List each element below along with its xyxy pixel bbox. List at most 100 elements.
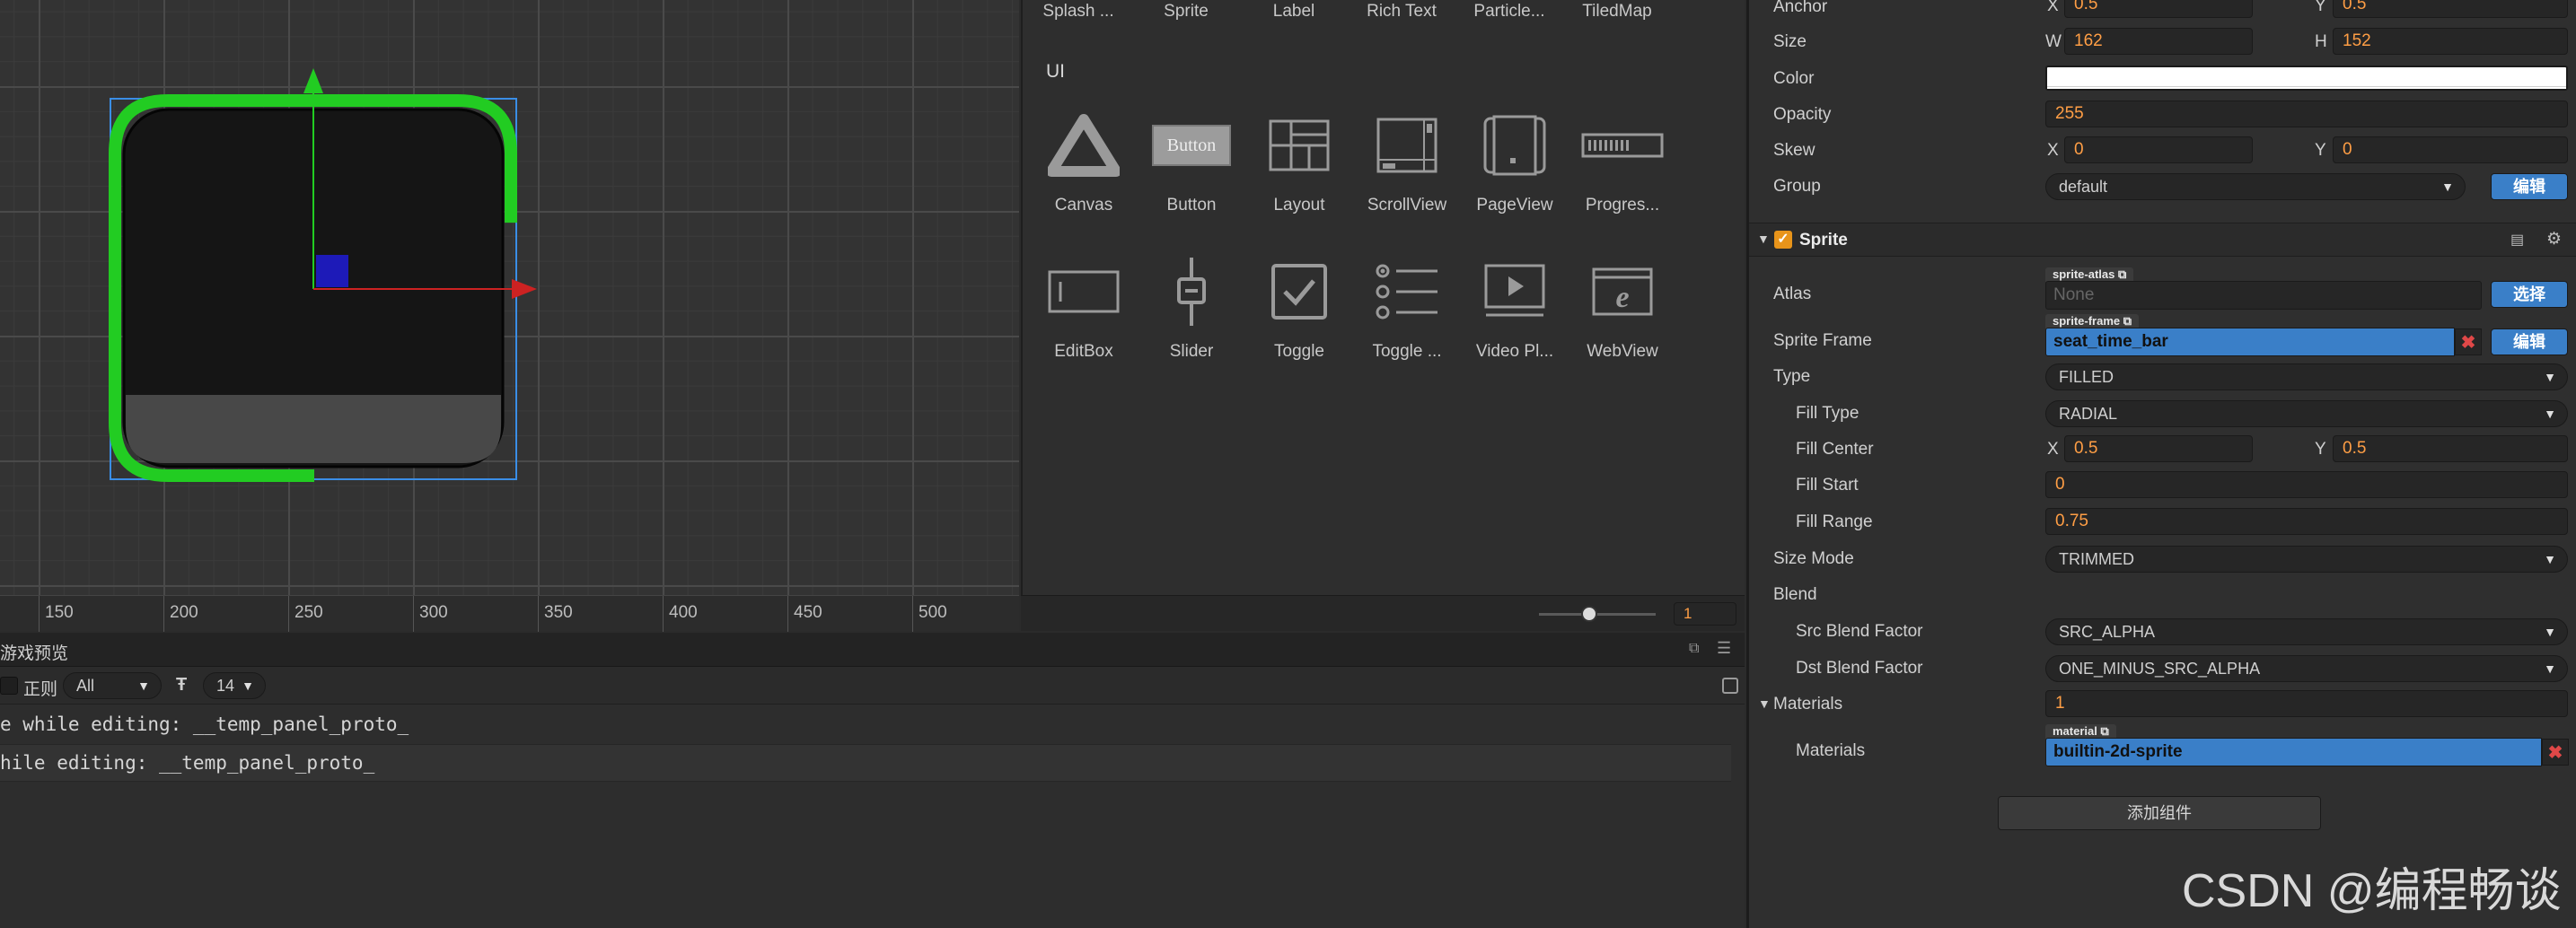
- library-item-button[interactable]: Button Button: [1138, 101, 1245, 215]
- ruler-label: 250: [295, 603, 323, 622]
- sprite-bottom-band: [126, 395, 501, 463]
- sprite-frame-field[interactable]: seat_time_bar: [2045, 328, 2455, 356]
- fill-range-label: Fill Range: [1796, 512, 1873, 531]
- font-size-select[interactable]: 14 ▼: [203, 672, 266, 699]
- library-item-slider[interactable]: Slider: [1138, 247, 1245, 362]
- zoom-slider-track[interactable]: [1539, 613, 1656, 616]
- library-item-splash[interactable]: Splash ...: [1024, 2, 1132, 22]
- library-item-pageview[interactable]: PageView: [1461, 101, 1569, 215]
- materials-count-input[interactable]: 1: [2045, 690, 2568, 717]
- axis-x-label: X: [2047, 141, 2059, 160]
- inspector-panel: Anchor X 0.5 Y 0.5 Size W 162 H 152 Colo…: [1746, 0, 2576, 928]
- popout-icon[interactable]: ⧉: [1689, 641, 1699, 657]
- axis-y-label: Y: [2315, 0, 2326, 15]
- add-component-button[interactable]: 添加组件: [1998, 796, 2321, 830]
- anchor-y-input[interactable]: 0.5: [2333, 0, 2568, 18]
- editbox-icon: [1030, 247, 1138, 337]
- library-item-scrollview[interactable]: ScrollView: [1353, 101, 1461, 215]
- library-item-richtext[interactable]: Rich Text: [1348, 2, 1455, 22]
- atlas-select-button[interactable]: 选择: [2491, 281, 2568, 308]
- sprite-frame-edit-button[interactable]: 编辑: [2491, 328, 2568, 355]
- group-select[interactable]: default ▼: [2045, 173, 2466, 200]
- type-select[interactable]: FILLED ▼: [2045, 363, 2568, 390]
- component-enabled-checkbox[interactable]: ✓: [1774, 231, 1792, 249]
- clear-sprite-frame-icon[interactable]: ✖: [2455, 328, 2482, 355]
- zoom-input[interactable]: 1: [1674, 602, 1736, 626]
- height-input[interactable]: 152: [2333, 28, 2568, 55]
- chevron-down-icon: ▼: [137, 678, 150, 693]
- slider-icon: [1138, 247, 1245, 337]
- library-footer: 1: [1021, 595, 1745, 631]
- fill-start-input[interactable]: 0: [2045, 471, 2568, 498]
- menu-icon[interactable]: ☰: [1717, 639, 1731, 658]
- library-item-toggle[interactable]: Toggle: [1245, 247, 1353, 362]
- log-row[interactable]: hile editing: __temp_panel_proto_: [0, 744, 1731, 782]
- scene-canvas[interactable]: [0, 0, 1019, 595]
- src-blend-select[interactable]: SRC_ALPHA ▼: [2045, 618, 2568, 645]
- external-link-icon: ⧉: [2123, 314, 2132, 328]
- sprite-frame-label: Sprite Frame: [1773, 331, 1872, 350]
- zoom-slider-handle[interactable]: [1581, 606, 1597, 622]
- gizmo-y-arrow: [303, 68, 323, 93]
- sprite-component-header[interactable]: ▼ ✓ Sprite ▤ ⚙: [1749, 223, 2576, 257]
- library-item-videoplayer[interactable]: Video Pl...: [1461, 247, 1569, 362]
- library-item-tiledmap[interactable]: TiledMap: [1563, 2, 1671, 22]
- library-item-progressbar[interactable]: Progres...: [1569, 101, 1676, 215]
- dst-blend-select[interactable]: ONE_MINUS_SRC_ALPHA ▼: [2045, 655, 2568, 682]
- skew-y-input[interactable]: 0: [2333, 136, 2568, 163]
- fill-type-select[interactable]: RADIAL ▼: [2045, 400, 2568, 427]
- sprite-frame-type-tag-text: sprite-frame: [2053, 314, 2121, 328]
- collapse-arrow-icon[interactable]: ▼: [1757, 232, 1770, 246]
- library-item-label: Video Pl...: [1475, 342, 1554, 361]
- fill-range-input[interactable]: 0.75: [2045, 508, 2568, 535]
- width-input[interactable]: 162: [2064, 28, 2253, 55]
- library-item-label: Slider: [1169, 342, 1214, 361]
- axis-x-label: X: [2047, 0, 2059, 15]
- library-item-canvas[interactable]: Canvas: [1030, 101, 1138, 215]
- library-item-togglegroup[interactable]: Toggle ...: [1353, 247, 1461, 362]
- log-row[interactable]: e while editing: __temp_panel_proto_: [0, 705, 1745, 744]
- component-library-panel: Splash ... Sprite Label Rich Text Partic…: [1021, 0, 1745, 631]
- src-blend-value: SRC_ALPHA: [2059, 623, 2156, 641]
- log-level-select[interactable]: All ▼: [63, 672, 162, 699]
- fill-start-label: Fill Start: [1796, 476, 1859, 495]
- group-edit-button[interactable]: 编辑: [2491, 173, 2568, 200]
- pageview-icon: [1461, 101, 1569, 190]
- clear-material-icon[interactable]: ✖: [2542, 739, 2569, 766]
- fill-center-x-input[interactable]: 0.5: [2064, 435, 2253, 462]
- fill-center-y-input[interactable]: 0.5: [2333, 435, 2568, 462]
- library-item-label: Layout: [1273, 196, 1325, 214]
- atlas-field[interactable]: None: [2045, 281, 2482, 310]
- regex-checkbox[interactable]: [0, 677, 18, 695]
- library-item-layout[interactable]: Layout: [1245, 101, 1353, 215]
- library-item-particle[interactable]: Particle...: [1455, 2, 1563, 22]
- library-item-webview[interactable]: e WebView: [1569, 247, 1676, 362]
- gear-icon[interactable]: ⚙: [2546, 229, 2562, 250]
- skew-x-input[interactable]: 0: [2064, 136, 2253, 163]
- library-item-sprite[interactable]: Sprite: [1132, 2, 1240, 22]
- collapse-icon[interactable]: [1722, 678, 1738, 694]
- material-field[interactable]: builtin-2d-sprite: [2045, 738, 2542, 766]
- size-mode-select[interactable]: TRIMMED ▼: [2045, 546, 2568, 573]
- materials-collapse-arrow-icon[interactable]: ▼: [1758, 696, 1771, 711]
- external-link-icon: ⧉: [2100, 724, 2109, 738]
- blend-label: Blend: [1773, 585, 1817, 604]
- font-size-value: 14: [216, 677, 235, 695]
- help-book-icon[interactable]: ▤: [2510, 231, 2524, 249]
- axis-w-label: W: [2045, 32, 2062, 51]
- group-label: Group: [1773, 177, 1821, 196]
- scene-viewport[interactable]: [0, 0, 1019, 631]
- opacity-input[interactable]: 255: [2045, 101, 2568, 127]
- anchor-x-input[interactable]: 0.5: [2064, 0, 2253, 18]
- library-item-editbox[interactable]: EditBox: [1030, 247, 1138, 362]
- library-item-label: ScrollView: [1367, 196, 1447, 214]
- library-item-label[interactable]: Label: [1240, 2, 1348, 22]
- chevron-down-icon: ▼: [2544, 370, 2556, 384]
- type-value: FILLED: [2059, 368, 2114, 386]
- color-swatch[interactable]: [2045, 66, 2568, 91]
- log-text: e while editing: __temp_panel_proto_: [0, 714, 409, 735]
- color-label: Color: [1773, 69, 1815, 88]
- materials-count-label: Materials: [1773, 695, 1843, 714]
- tab-game-preview[interactable]: 游戏预览: [0, 640, 68, 664]
- library-item-label: Button: [1166, 196, 1217, 214]
